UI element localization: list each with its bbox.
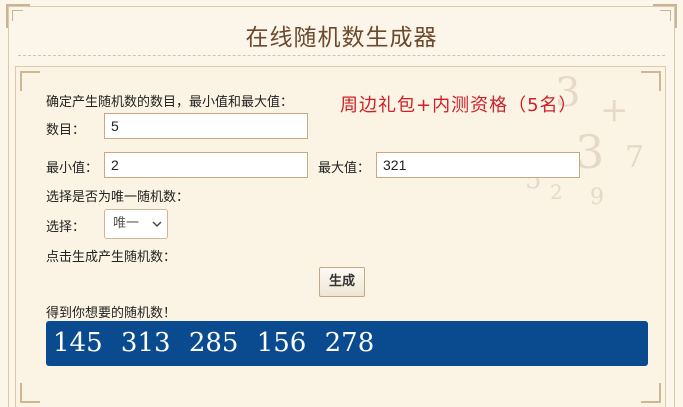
title-divider [18,55,665,56]
result-number: 285 [188,328,239,358]
page-title: 在线随机数生成器 [245,25,438,51]
max-input[interactable] [376,152,580,178]
panel-corner-top-left [20,71,40,91]
generate-prompt: 点击生成产生随机数： [46,250,177,265]
panel-corner-bottom-left [20,383,40,403]
frame-line-right [674,6,675,407]
frame-line-top [8,6,675,7]
result-box: 145 313 285 156 278 [46,321,648,366]
unique-prompt: 选择是否为唯一随机数： [46,190,190,205]
chevron-down-icon [152,221,162,227]
count-input[interactable] [104,113,308,139]
min-label: 最小值： [46,161,99,176]
result-number: 145 [53,328,103,358]
result-number: 156 [256,328,307,358]
min-input[interactable] [104,152,308,178]
frame-line-left [8,6,9,407]
result-number: 278 [324,328,375,358]
panel-corner-bottom-right [641,383,661,403]
generate-button[interactable]: 生成 [319,267,365,297]
panel-corner-top-right [641,71,661,91]
promo-text: 周边礼包+内测资格（5名） [340,95,578,116]
result-label: 得到你想要的随机数！ [46,306,177,321]
select-label: 选择： [46,220,86,235]
page: 在线随机数生成器 3 + 3 7 5 2 9 确定产生随机数的数目，最小值和最大… [0,0,683,407]
max-label: 最大值： [318,161,371,176]
intro-label: 确定产生随机数的数目，最小值和最大值： [46,95,294,110]
unique-select[interactable]: 唯一 [104,209,168,239]
unique-select-value: 唯一 [113,216,140,231]
result-number: 313 [120,328,171,358]
count-label: 数目： [46,123,86,138]
